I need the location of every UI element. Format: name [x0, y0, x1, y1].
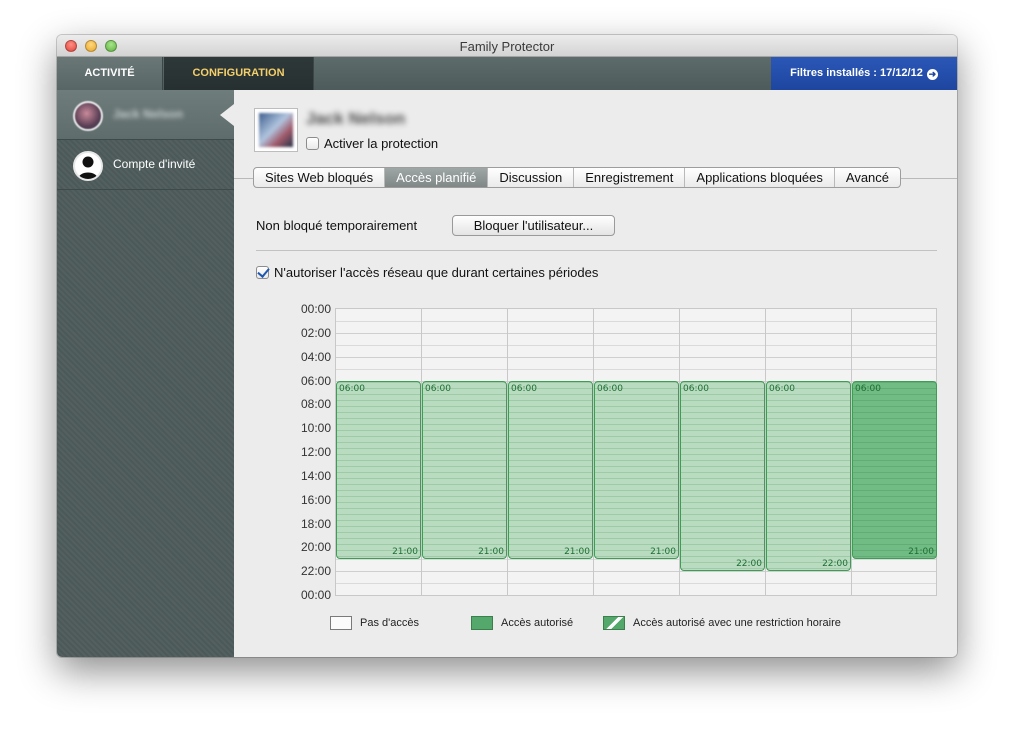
block-start-time: 06:00: [339, 383, 365, 394]
guest-avatar-icon: [73, 151, 103, 181]
hour-label: 08:00: [300, 397, 331, 412]
schedule-block-dimanche[interactable]: 06:00 21:00: [852, 380, 937, 560]
hour-label: 18:00: [300, 516, 331, 531]
tab-0[interactable]: Sites Web bloqués: [254, 168, 386, 187]
grid-hour-line: [336, 583, 936, 585]
tab-4[interactable]: Applications bloquées: [685, 168, 835, 187]
restrict-access-toggle[interactable]: N'autoriser l'accès réseau que durant ce…: [256, 265, 598, 280]
filters-installed-button[interactable]: Filtres installés : 17/12/12 ➜: [771, 57, 957, 90]
hour-label: 06:00: [300, 373, 331, 388]
restrict-access-label: N'autoriser l'accès réseau que durant ce…: [274, 265, 599, 280]
grid-hour-line: [336, 356, 936, 358]
block-end-time: 21:00: [392, 547, 418, 558]
hour-label: 12:00: [300, 445, 331, 459]
sidebar-user-name: Jack Nelson: [113, 107, 184, 121]
hour-label: 10:00: [300, 421, 331, 436]
block-end-time: 21:00: [908, 547, 934, 558]
block-start-time: 06:00: [769, 383, 795, 394]
title-bar: Family Protector: [57, 35, 957, 57]
filters-installed-label: Filtres installés : 17/12/12: [790, 67, 923, 79]
legend-swatch-allowed: [471, 616, 493, 630]
restrict-access-checkbox[interactable]: [256, 266, 269, 279]
block-end-time: 21:00: [650, 547, 676, 558]
hour-label: 00:00: [300, 588, 331, 602]
settings-tabs: Sites Web bloqués Accès planifié Discussio…: [253, 167, 902, 188]
user-sidebar: Jack Nelson Compte d'invité: [57, 90, 234, 657]
sidebar-item-user[interactable]: Jack Nelson: [57, 90, 234, 140]
tab-3[interactable]: Enregistrement: [574, 168, 686, 187]
sidebar-guest-name: Compte d'invité: [113, 157, 196, 171]
schedule-block-samedi[interactable]: 06:00 22:00: [766, 380, 851, 572]
legend-label: Pas d'accès: [360, 617, 419, 629]
window-title: Family Protector: [459, 39, 555, 54]
schedule-block-lundi[interactable]: 06:00 21:00: [336, 380, 421, 560]
legend-allowed: Accès autorisé: [471, 616, 573, 630]
grid-hour-line: [336, 320, 936, 322]
profile-photo[interactable]: [254, 108, 298, 152]
app-window: Family Protector ACTIVITÉ CONFIGURATION …: [57, 35, 957, 657]
grid-hour-line: [336, 344, 936, 346]
tab-2[interactable]: Discussion: [488, 168, 575, 187]
top-navigation-bar: ACTIVITÉ CONFIGURATION Filtres installés…: [57, 57, 957, 90]
tab-activite[interactable]: ACTIVITÉ: [57, 57, 163, 90]
protection-checkbox[interactable]: [306, 137, 319, 150]
tab-5[interactable]: Avancé: [835, 168, 900, 187]
legend-no-access: Pas d'accès: [330, 616, 419, 630]
tab-configuration[interactable]: CONFIGURATION: [164, 57, 314, 90]
schedule-block-mercredi[interactable]: 06:00 21:00: [508, 380, 593, 560]
protection-toggle[interactable]: Activer la protection: [306, 136, 438, 151]
legend-restricted: Accès autorisé avec une restriction hora…: [603, 616, 841, 630]
block-start-time: 06:00: [855, 383, 881, 394]
block-start-time: 06:00: [597, 383, 623, 394]
grid-hour-line: [336, 368, 936, 370]
sidebar-item-guest[interactable]: Compte d'invité: [57, 140, 234, 190]
schedule-block-mardi[interactable]: 06:00 21:00: [422, 380, 507, 560]
schedule-grid[interactable]: 06:00 21:00 06:00 21:00 06:00 21:00 06:00 21:00…: [335, 308, 937, 596]
hour-label: 04:00: [300, 349, 331, 364]
user-avatar: [73, 101, 103, 131]
main-content: Jack Nelson Activer la protection Sites …: [234, 90, 957, 657]
schedule-block-vendredi[interactable]: 06:00 22:00: [680, 380, 765, 572]
arrow-right-circle-icon: ➜: [926, 69, 938, 80]
tab-1[interactable]: Accès planifié: [385, 168, 489, 187]
block-end-time: 21:00: [564, 547, 590, 558]
profile-name: Jack Nelson: [306, 109, 406, 128]
hour-label: 00:00: [300, 302, 331, 316]
hour-label: 16:00: [300, 492, 331, 507]
block-end-time: 21:00: [478, 547, 504, 558]
block-end-time: 22:00: [736, 559, 762, 570]
hour-label: 02:00: [300, 325, 331, 340]
legend-label: Accès autorisé avec une restriction hora…: [633, 617, 841, 629]
hour-label: 22:00: [300, 564, 331, 579]
block-start-time: 06:00: [683, 383, 709, 394]
grid-hour-line: [336, 332, 936, 334]
section-divider: [256, 250, 937, 251]
block-end-time: 22:00: [822, 559, 848, 570]
block-start-time: 06:00: [425, 383, 451, 394]
legend-swatch-restricted: [603, 616, 625, 630]
block-start-time: 06:00: [511, 383, 537, 394]
grid-hour-line: [336, 571, 936, 573]
protection-label: Activer la protection: [324, 136, 439, 151]
block-status-label: Non bloqué temporairement: [256, 218, 418, 233]
legend-label: Accès autorisé: [501, 617, 574, 629]
selection-pointer: [220, 104, 234, 126]
legend-swatch-no-access: [330, 616, 352, 630]
block-user-button[interactable]: Bloquer l'utilisateur...: [452, 215, 615, 236]
hour-label: 20:00: [300, 540, 331, 555]
hour-label: 14:00: [300, 468, 331, 483]
schedule-block-jeudi[interactable]: 06:00 21:00: [594, 380, 679, 560]
